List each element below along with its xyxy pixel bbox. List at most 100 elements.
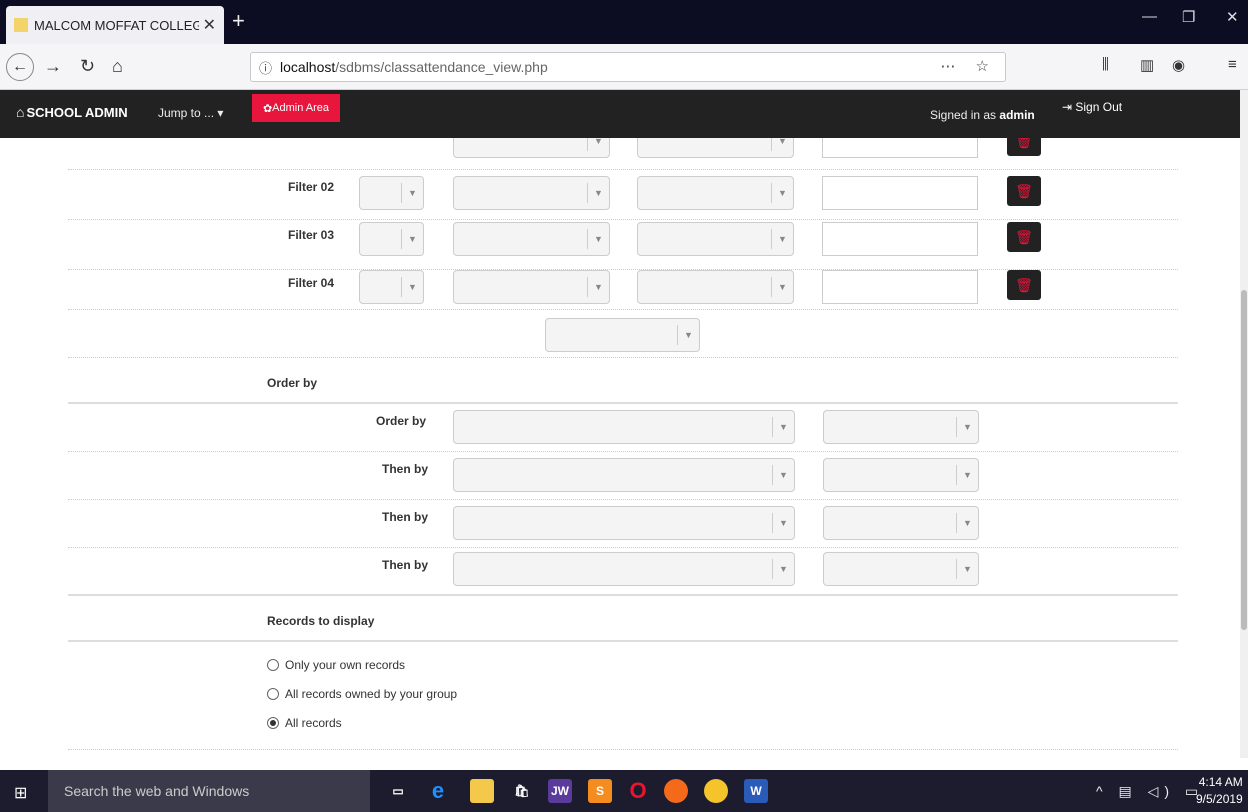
taskbar-search-box[interactable]: Search the web and Windows bbox=[48, 770, 370, 812]
filter-andor-select[interactable]: ▼ bbox=[359, 222, 424, 256]
order-direction-select[interactable]: ▼ bbox=[823, 458, 979, 492]
delete-filter-icon[interactable]: 🗑 bbox=[1007, 270, 1041, 300]
dropdown-arrow-icon: ▼ bbox=[956, 465, 978, 485]
delete-filter-icon[interactable]: 🗑 bbox=[1007, 176, 1041, 206]
back-icon[interactable]: ← bbox=[6, 53, 34, 81]
signed-in-user: admin bbox=[999, 108, 1035, 122]
filter-label: Filter 03 bbox=[288, 228, 335, 242]
gear-icon: ✿ bbox=[262, 102, 273, 115]
new-tab-icon[interactable]: + bbox=[232, 6, 245, 36]
close-tab-icon[interactable]: ✕ bbox=[203, 15, 216, 35]
task-view-icon[interactable]: ▭ bbox=[386, 779, 410, 803]
filter-label: Filter 02 bbox=[288, 180, 335, 194]
dropdown-arrow-icon: ▼ bbox=[772, 513, 794, 533]
dropdown-arrow-icon: ▼ bbox=[771, 138, 793, 151]
dropdown-arrow-icon: ▼ bbox=[771, 277, 793, 297]
sign-out-link[interactable]: ⇥ Sign Out bbox=[1062, 100, 1122, 114]
page-scrollbar[interactable] bbox=[1240, 90, 1248, 758]
dropdown-arrow-icon: ▼ bbox=[587, 229, 609, 249]
minimize-icon[interactable]: — bbox=[1142, 8, 1157, 25]
filter-value-input[interactable] bbox=[822, 222, 978, 256]
opera-icon[interactable]: O bbox=[626, 779, 650, 803]
order-field-select[interactable]: ▼ bbox=[453, 458, 795, 492]
radio-circle[interactable] bbox=[267, 659, 279, 671]
filter-field-select[interactable]: ▼ bbox=[453, 176, 610, 210]
delete-filter-icon[interactable]: 🗑 bbox=[1007, 222, 1041, 252]
filter-label: Filter 04 bbox=[288, 276, 335, 290]
maximize-icon[interactable]: ❐ bbox=[1182, 8, 1195, 26]
file-explorer-icon[interactable] bbox=[470, 779, 494, 803]
taskbar-clock[interactable]: 4:14 AM 9/5/2019 bbox=[1196, 774, 1243, 808]
jw-app-icon[interactable]: JW bbox=[548, 779, 572, 803]
store-icon[interactable]: 🛍 bbox=[510, 779, 534, 803]
library-icon[interactable]: ⫼ bbox=[1102, 56, 1109, 73]
filter-value-input[interactable] bbox=[822, 270, 978, 304]
main-content: ▼ ▼ 🗑 Filter 02 ▼ ▼ ▼ 🗑 Filter 03 ▼ ▼ ▼ … bbox=[0, 138, 1240, 758]
firefox-icon[interactable] bbox=[664, 779, 688, 803]
dropdown-arrow-icon: ▼ bbox=[771, 183, 793, 203]
url-bar[interactable]: ⓘ localhost /sdbms/classattendance_view.… bbox=[250, 52, 1006, 82]
filter-andor-select[interactable]: ▼ bbox=[359, 270, 424, 304]
order-by-heading: Order by bbox=[267, 376, 318, 390]
browser-tab[interactable]: MALCOM MOFFAT COLLEGE O ✕ bbox=[6, 6, 224, 44]
page-actions-icon[interactable]: ⋯ ☆ bbox=[940, 57, 997, 75]
dropdown-arrow-icon: ▼ bbox=[956, 417, 978, 437]
filter-field-select[interactable]: ▼ bbox=[453, 270, 610, 304]
filter-andor-select[interactable]: ▼ bbox=[359, 176, 424, 210]
system-tray-icons[interactable]: ^ ▤ ◁) ▭ bbox=[1096, 783, 1204, 800]
filter-value-input[interactable] bbox=[822, 176, 978, 210]
order-field-select[interactable]: ▼ bbox=[453, 552, 795, 586]
records-row bbox=[68, 698, 1178, 750]
window-close-icon[interactable]: ✕ bbox=[1226, 8, 1239, 26]
dropdown-arrow-icon: ▼ bbox=[587, 138, 609, 151]
brand-link[interactable]: ⌂ SCHOOL ADMIN bbox=[16, 104, 128, 120]
filter-value-input[interactable] bbox=[822, 138, 978, 158]
order-direction-select[interactable]: ▼ bbox=[823, 410, 979, 444]
reload-icon[interactable]: ↻ bbox=[80, 55, 95, 77]
admin-area-button[interactable]: ✿ Admin Area bbox=[252, 94, 340, 122]
jump-label: Jump to ... bbox=[158, 106, 215, 120]
site-info-icon[interactable]: ⓘ bbox=[259, 58, 272, 77]
dropdown-arrow-icon: ▼ bbox=[956, 559, 978, 579]
admin-area-label: Admin Area bbox=[272, 102, 330, 114]
order-direction-select[interactable]: ▼ bbox=[823, 506, 979, 540]
home-icon[interactable]: ⌂ bbox=[112, 55, 123, 77]
clock-time: 4:14 AM bbox=[1198, 775, 1243, 789]
sublime-icon[interactable]: S bbox=[588, 779, 612, 803]
delete-filter-icon[interactable]: 🗑 bbox=[1007, 138, 1041, 156]
filter-operator-select[interactable]: ▼ bbox=[637, 176, 794, 210]
dropdown-arrow-icon: ▼ bbox=[587, 183, 609, 203]
sign-out-icon: ⇥ bbox=[1062, 100, 1076, 114]
order-field-select[interactable]: ▼ bbox=[453, 506, 795, 540]
chrome-icon[interactable] bbox=[704, 779, 728, 803]
order-field-select[interactable]: ▼ bbox=[453, 410, 795, 444]
filter-operator-select[interactable]: ▼ bbox=[637, 270, 794, 304]
menu-icon[interactable]: ≡ bbox=[1228, 56, 1237, 73]
order-label: Then by bbox=[382, 462, 429, 476]
app-header: ⌂ SCHOOL ADMIN Jump to ... ▾ ✿ Admin Are… bbox=[0, 90, 1240, 138]
filter-operator-select[interactable]: ▼ bbox=[637, 138, 794, 158]
dropdown-arrow-icon: ▼ bbox=[772, 465, 794, 485]
dropdown-arrow-icon: ▼ bbox=[401, 277, 423, 297]
scrollbar-thumb[interactable] bbox=[1241, 290, 1247, 630]
saved-filter-select[interactable]: ▼ bbox=[545, 318, 700, 352]
forward-icon[interactable]: → bbox=[44, 55, 62, 77]
filter-operator-select[interactable]: ▼ bbox=[637, 222, 794, 256]
filter-field-select[interactable]: ▼ bbox=[453, 222, 610, 256]
dropdown-arrow-icon: ▼ bbox=[401, 229, 423, 249]
filter-field-select[interactable]: ▼ bbox=[453, 138, 610, 158]
home-icon: ⌂ bbox=[16, 104, 25, 120]
order-label: Then by bbox=[382, 558, 429, 572]
extension-icon[interactable]: ◉ bbox=[1172, 56, 1185, 74]
order-direction-select[interactable]: ▼ bbox=[823, 552, 979, 586]
jump-menu[interactable]: Jump to ... ▾ bbox=[158, 106, 223, 120]
sidebar-icon[interactable]: ▥ bbox=[1140, 56, 1154, 74]
radio-own-records[interactable]: Only your own records bbox=[267, 658, 405, 672]
dropdown-arrow-icon: ▼ bbox=[772, 559, 794, 579]
edge-icon[interactable]: e bbox=[426, 779, 450, 803]
clock-date: 9/5/2019 bbox=[1196, 792, 1243, 806]
word-icon[interactable]: W bbox=[744, 779, 768, 803]
dropdown-arrow-icon: ▼ bbox=[956, 513, 978, 533]
order-label: Order by bbox=[376, 414, 427, 428]
windows-start-icon[interactable]: ⊞ bbox=[14, 783, 27, 803]
